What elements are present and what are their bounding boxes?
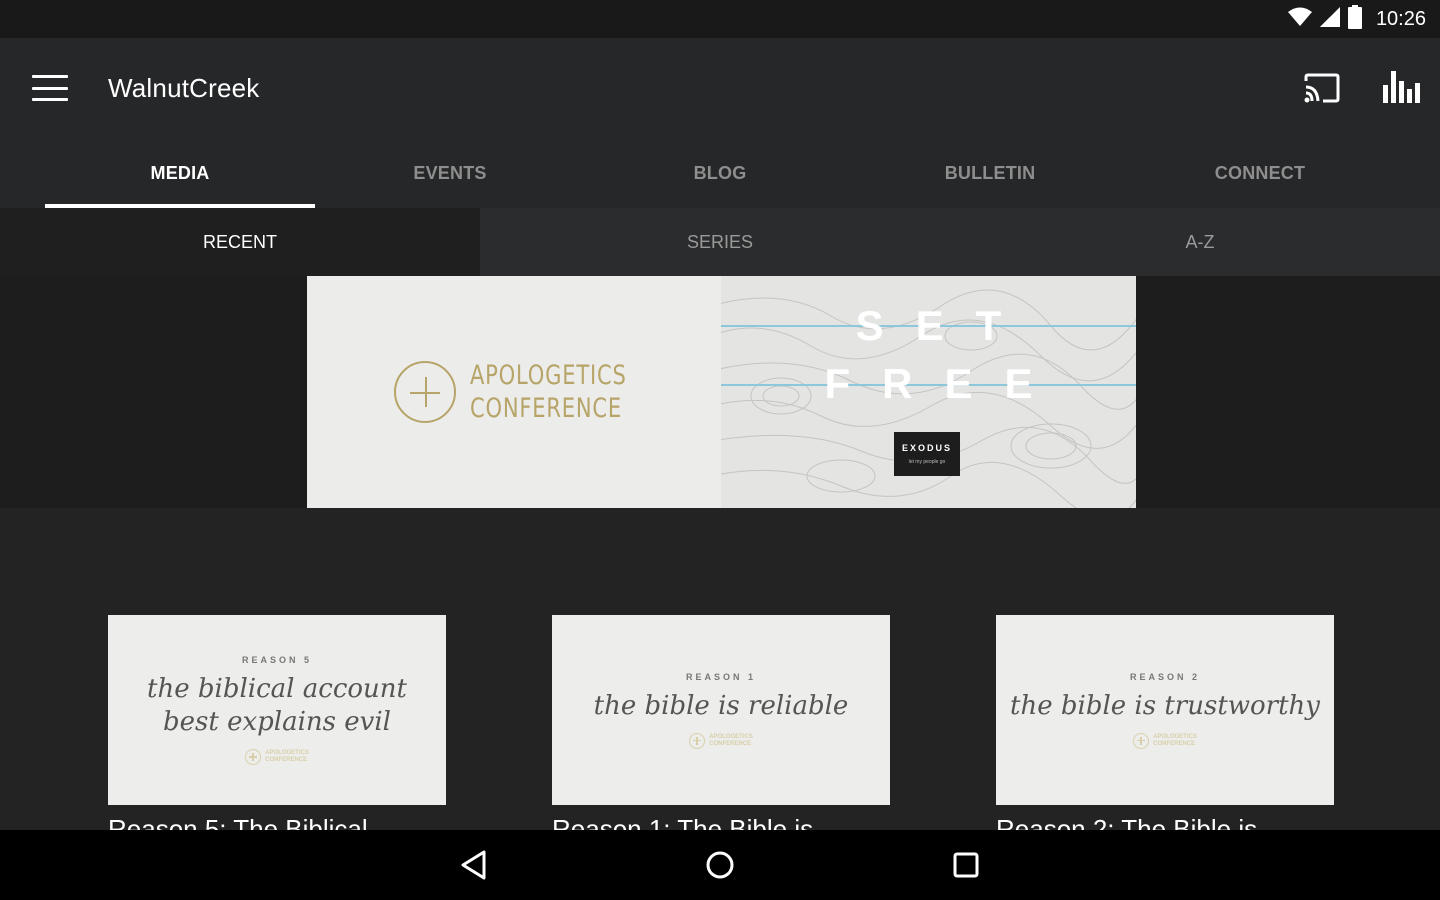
chart-icon[interactable] [1382, 68, 1422, 108]
tab-bulletin[interactable]: BULLETIN [855, 138, 1125, 208]
card-quote-line1: the bible is trustworthy [1010, 690, 1320, 721]
hero-line2: CONFERENCE [469, 393, 622, 424]
plus-circle-icon [393, 361, 456, 423]
app-actions [1302, 68, 1422, 108]
system-nav-bar [0, 830, 1440, 900]
home-icon[interactable] [700, 845, 740, 885]
subtab-a-z[interactable]: A-Z [960, 208, 1440, 276]
media-card[interactable]: REASON 2 the bible is trustworthy APOLOG… [996, 615, 1334, 835]
menu-icon[interactable] [32, 75, 68, 101]
status-bar: 10:26 [0, 0, 1440, 38]
tab-events[interactable]: EVENTS [315, 138, 585, 208]
card-quote-line1: the biblical account [147, 674, 407, 704]
card-quote-line2: best explains evil [163, 707, 391, 737]
mini-line2: CONFERENCE [1153, 740, 1196, 747]
back-icon[interactable] [454, 845, 494, 885]
exodus-title: EXODUS [901, 443, 952, 453]
mini-line2: CONFERENCE [265, 757, 308, 763]
card-thumbnail: REASON 5 the biblical account best expla… [108, 615, 446, 805]
mini-line1: APOLOGETICS [709, 733, 753, 740]
cell-signal-icon [1319, 6, 1340, 32]
mini-line2: CONFERENCE [709, 740, 752, 747]
sub-tabs: RECENT SERIES A-Z [0, 208, 1440, 276]
card-reason-label: REASON 5 [241, 655, 312, 665]
exodus-subtitle: let my people go [908, 459, 946, 465]
exodus-badge: EXODUS let my people go [894, 432, 960, 476]
hero-set-text: SET [855, 302, 1034, 349]
card-mini-logo: APOLOGETICS CONFERENCE [1133, 732, 1197, 749]
tab-connect[interactable]: CONNECT [1125, 138, 1395, 208]
mini-plus-circle-icon [1133, 732, 1150, 749]
media-card[interactable]: REASON 1 the bible is reliable APOLOGETI… [552, 615, 890, 835]
tab-blog[interactable]: BLOG [585, 138, 855, 208]
status-time: 10:26 [1375, 7, 1426, 30]
mini-line1: APOLOGETICS [265, 750, 309, 756]
mini-plus-circle-icon [689, 732, 706, 749]
battery-icon [1347, 4, 1362, 34]
subtab-recent[interactable]: RECENT [0, 208, 480, 276]
card-reason-label: REASON 2 [1129, 671, 1200, 682]
card-mini-logo: APOLOGETICS CONFERENCE [245, 749, 309, 765]
hero-banner[interactable]: APOLOGETICS CONFERENCE SET FREE EXODUS l… [307, 276, 1136, 508]
cast-icon[interactable] [1302, 68, 1342, 108]
recents-icon[interactable] [946, 845, 986, 885]
card-thumbnail: REASON 2 the bible is trustworthy APOLOG… [996, 615, 1334, 805]
card-thumbnail: REASON 1 the bible is reliable APOLOGETI… [552, 615, 890, 805]
subtab-series[interactable]: SERIES [480, 208, 960, 276]
mini-plus-circle-icon [245, 749, 262, 765]
media-card[interactable]: REASON 5 the biblical account best expla… [108, 615, 446, 835]
card-quote-line1: the bible is reliable [593, 690, 849, 721]
tab-media[interactable]: MEDIA [45, 138, 315, 208]
hero-apologetics-panel: APOLOGETICS CONFERENCE [307, 276, 721, 508]
main-tabs: MEDIA EVENTS BLOG BULLETIN CONNECT [0, 138, 1440, 208]
wifi-icon [1287, 7, 1312, 32]
mini-line1: APOLOGETICS [1153, 733, 1197, 740]
card-mini-logo: APOLOGETICS CONFERENCE [689, 732, 753, 749]
hero-free-text: FREE [824, 360, 1065, 407]
card-reason-label: REASON 1 [685, 671, 756, 682]
app-title: WalnutCreek [108, 72, 260, 103]
hero-line1: APOLOGETICS [469, 360, 627, 391]
app-bar: WalnutCreek [0, 38, 1440, 138]
hero-set-free-panel: SET FREE EXODUS let my people go [721, 276, 1136, 508]
hero-conference-text: APOLOGETICS CONFERENCE [470, 359, 627, 425]
